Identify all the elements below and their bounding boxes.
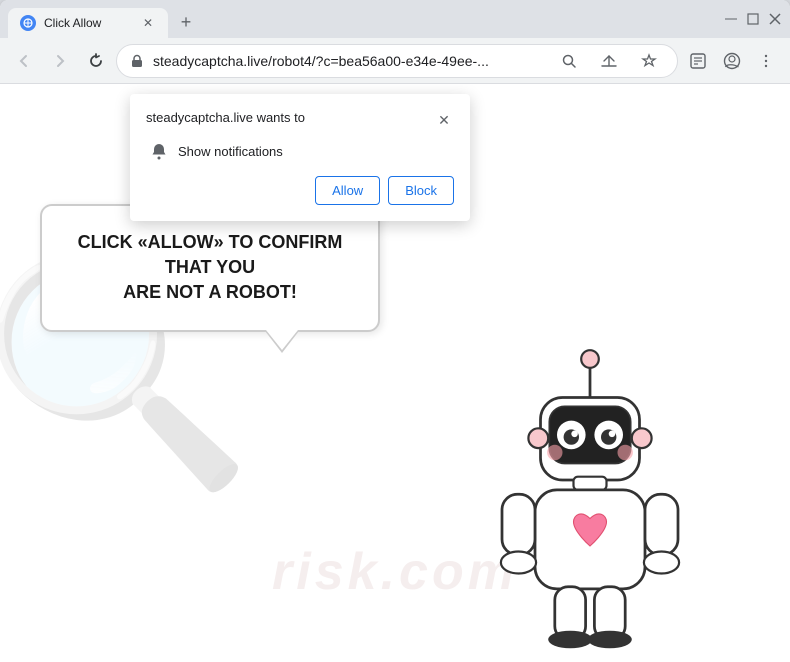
star-icon[interactable] (633, 45, 665, 77)
address-bar[interactable]: steadycaptcha.live/robot4/?c=bea56a00-e3… (116, 44, 678, 78)
url-display: steadycaptcha.live/robot4/?c=bea56a00-e3… (153, 53, 545, 69)
menu-icon[interactable] (750, 45, 782, 77)
tab-search-icon[interactable] (682, 45, 714, 77)
toolbar: steadycaptcha.live/robot4/?c=bea56a00-e3… (0, 38, 790, 84)
active-tab[interactable]: Click Allow ✕ (8, 8, 168, 38)
tab-close-button[interactable]: ✕ (140, 15, 156, 31)
share-icon[interactable] (593, 45, 625, 77)
popup-site-text: steadycaptcha.live wants to (146, 110, 305, 125)
minimize-button[interactable] (724, 12, 738, 26)
popup-permission-row: Show notifications (146, 142, 454, 160)
profile-icon[interactable] (716, 45, 748, 77)
speech-bubble: CLICK «ALLOW» TO CONFIRM THAT YOU ARE NO… (40, 204, 380, 332)
lock-icon (129, 53, 145, 69)
robot-illustration (450, 292, 730, 662)
popup-header: steadycaptcha.live wants to ✕ (146, 110, 454, 130)
close-button[interactable] (768, 12, 782, 26)
speech-bubble-text: CLICK «ALLOW» TO CONFIRM THAT YOU ARE NO… (70, 230, 350, 306)
forward-button[interactable] (44, 45, 76, 77)
toolbar-right-icons (682, 45, 782, 77)
back-button[interactable] (8, 45, 40, 77)
browser-window: Click Allow ✕ + (0, 0, 790, 662)
page-content: 🔍 risk.com (0, 84, 790, 662)
allow-button[interactable]: Allow (315, 176, 380, 205)
bell-icon (150, 142, 168, 160)
permission-text: Show notifications (178, 144, 283, 159)
window-controls (724, 12, 782, 26)
tab-title: Click Allow (44, 16, 132, 30)
maximize-button[interactable] (746, 12, 760, 26)
tab-bar: Click Allow ✕ + (8, 0, 712, 38)
title-bar: Click Allow ✕ + (0, 0, 790, 38)
new-tab-button[interactable]: + (172, 8, 200, 36)
block-button[interactable]: Block (388, 176, 454, 205)
popup-buttons: Allow Block (146, 176, 454, 205)
notification-popup: steadycaptcha.live wants to ✕ Show notif… (130, 94, 470, 221)
refresh-button[interactable] (80, 45, 112, 77)
search-lens-icon[interactable] (553, 45, 585, 77)
tab-favicon (20, 15, 36, 31)
popup-close-button[interactable]: ✕ (434, 110, 454, 130)
